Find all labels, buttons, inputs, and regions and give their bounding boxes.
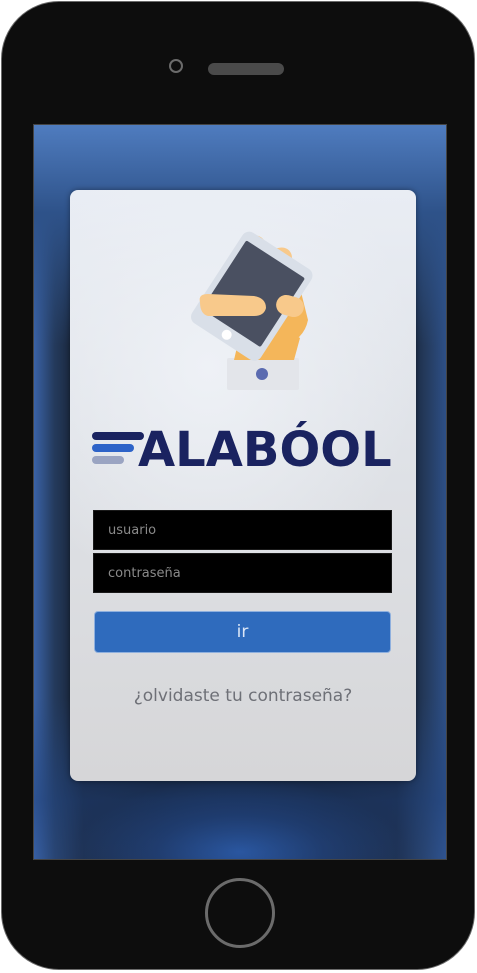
hand-holding-smartphone-icon xyxy=(191,231,313,390)
front-camera-icon xyxy=(169,59,183,73)
home-button-icon[interactable] xyxy=(205,878,275,948)
login-card: ALABÓOL ir ¿olvidaste tu contraseña? xyxy=(70,190,416,781)
brand-logo: ALABÓOL xyxy=(92,422,392,478)
brand-name: ALABÓOL xyxy=(138,422,392,478)
password-input[interactable] xyxy=(93,553,392,593)
username-input[interactable] xyxy=(93,510,392,550)
submit-button[interactable]: ir xyxy=(94,611,391,653)
phone-screen: ALABÓOL ir ¿olvidaste tu contraseña? xyxy=(33,124,447,860)
phone-frame: ALABÓOL ir ¿olvidaste tu contraseña? xyxy=(1,1,475,970)
earpiece-speaker xyxy=(208,63,284,75)
forgot-password-link[interactable]: ¿olvidaste tu contraseña? xyxy=(70,686,416,706)
